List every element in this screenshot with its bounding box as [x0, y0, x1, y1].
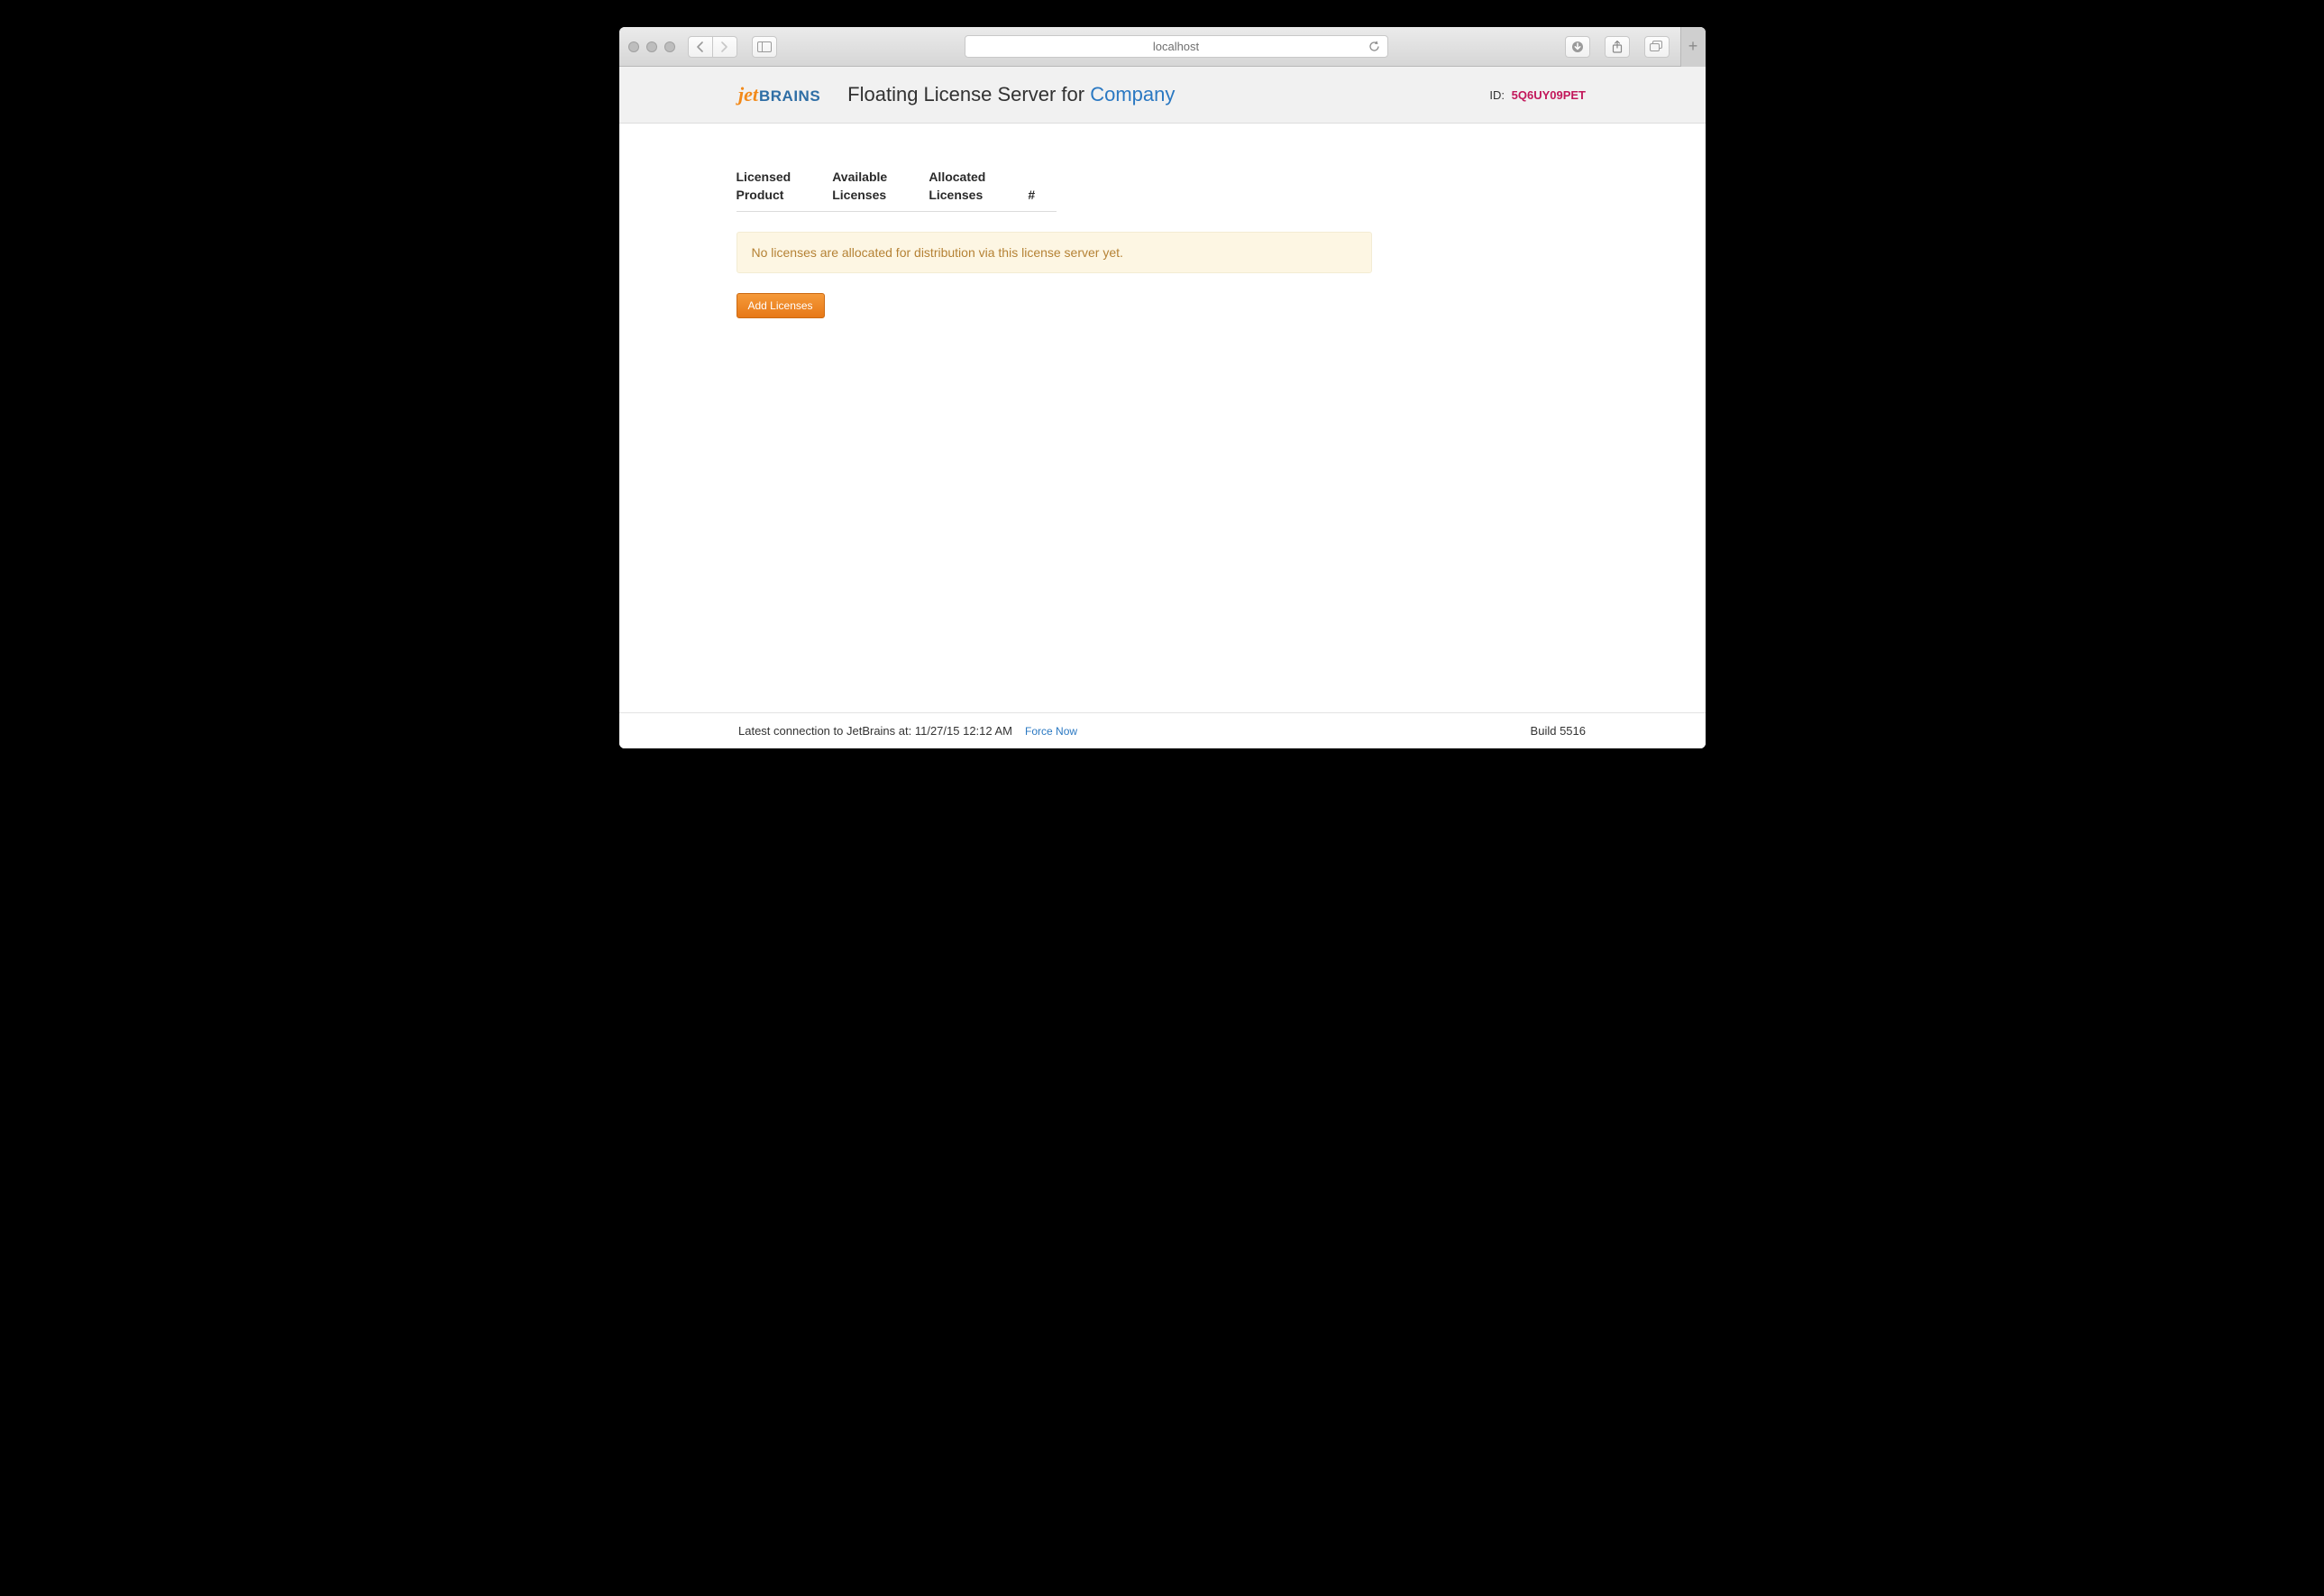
address-bar[interactable]: localhost	[965, 35, 1388, 58]
close-window-icon[interactable]	[628, 41, 639, 52]
zoom-window-icon[interactable]	[664, 41, 675, 52]
reload-icon[interactable]	[1368, 41, 1380, 52]
back-button[interactable]	[688, 36, 713, 58]
downloads-button[interactable]	[1565, 36, 1590, 58]
id-label: ID:	[1489, 88, 1505, 102]
page-footer: Latest connection to JetBrains at: 11/27…	[619, 712, 1706, 748]
server-id: ID: 5Q6UY09PET	[1489, 88, 1586, 102]
forward-button[interactable]	[712, 36, 737, 58]
latest-connection: Latest connection to JetBrains at: 11/27…	[738, 724, 1012, 738]
col-licensed-product: Licensed Product	[737, 169, 833, 212]
build-number: Build 5516	[1531, 724, 1586, 738]
window-controls	[628, 41, 675, 52]
empty-licenses-alert: No licenses are allocated for distributi…	[737, 232, 1372, 273]
page: jetBRAINS Floating License Server for Co…	[619, 67, 1706, 748]
jetbrains-logo: jetBRAINS	[738, 83, 820, 106]
share-button[interactable]	[1605, 36, 1630, 58]
page-header: jetBRAINS Floating License Server for Co…	[619, 67, 1706, 124]
licenses-table: Licensed Product Available Licenses Allo…	[737, 169, 1057, 212]
page-title: Floating License Server for Company	[847, 83, 1489, 106]
new-tab-button[interactable]: +	[1680, 27, 1706, 67]
id-value: 5Q6UY09PET	[1512, 88, 1586, 102]
logo-jet: jet	[738, 83, 758, 106]
minimize-window-icon[interactable]	[646, 41, 657, 52]
content: Licensed Product Available Licenses Allo…	[619, 124, 1706, 712]
address-text: localhost	[1153, 40, 1199, 53]
company-link[interactable]: Company	[1090, 83, 1175, 105]
sidebar-button[interactable]	[752, 36, 777, 58]
tabs-button[interactable]	[1644, 36, 1670, 58]
title-prefix: Floating License Server for	[847, 83, 1090, 105]
col-allocated-licenses: Allocated Licenses	[929, 169, 1028, 212]
col-available-licenses: Available Licenses	[832, 169, 929, 212]
force-now-link[interactable]: Force Now	[1025, 725, 1077, 738]
col-hash: #	[1028, 169, 1056, 212]
browser-window: localhost + jetBRAINS	[619, 27, 1706, 748]
nav-buttons	[688, 36, 737, 58]
browser-toolbar: localhost +	[619, 27, 1706, 67]
add-licenses-button[interactable]: Add Licenses	[737, 293, 825, 318]
toolbar-right: +	[1558, 36, 1697, 58]
logo-brains: BRAINS	[759, 87, 820, 105]
